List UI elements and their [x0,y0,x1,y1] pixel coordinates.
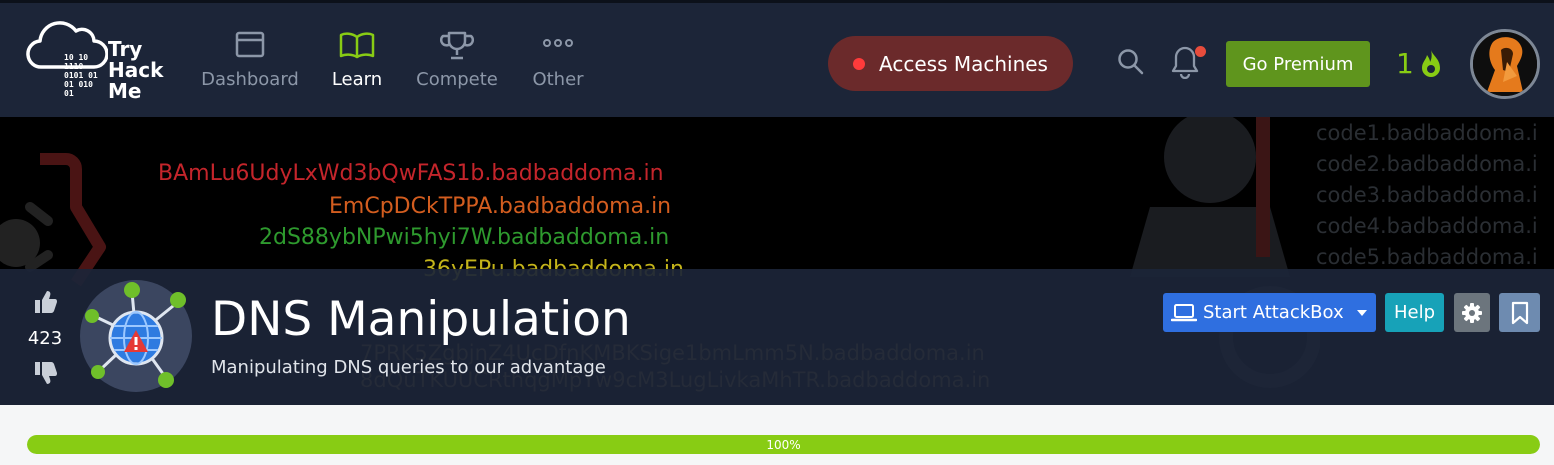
go-premium-button[interactable]: Go Premium [1226,41,1370,87]
dns-globe-icon [80,280,192,392]
start-attackbox-label: Start AttackBox [1203,302,1344,323]
access-machines-button[interactable]: Access Machines [828,36,1073,91]
logo-wordmark: Try Hack Me [108,37,164,103]
gear-icon [1462,302,1482,323]
banner-code-3: code3.badbaddoma.i [1316,183,1538,207]
search-icon [1118,49,1144,75]
trophy-icon [440,31,474,60]
banner-code-1: code1.badbaddoma.i [1316,121,1538,145]
banner-domain-1: BAmLu6UdyLxWd3bQwFAS1b.badbaddoma.in [158,161,664,186]
go-premium-label: Go Premium [1242,53,1354,75]
ellipsis-icon [543,39,573,47]
vote-count: 423 [27,328,63,349]
upvote-button[interactable] [24,289,66,319]
room-subtitle: Manipulating DNS queries to our advantag… [211,357,606,378]
avatar-image [1473,32,1537,96]
downvote-button[interactable] [24,360,66,390]
tryhackme-logo[interactable]: 10 10 1110 0101 01 01 010 01 Try Hack Me [24,17,176,109]
room-icon [80,280,192,392]
thumbs-up-icon [35,291,57,313]
nav-dashboard[interactable]: Dashboard [200,31,300,90]
nav-learn-label: Learn [331,69,383,90]
help-label: Help [1393,302,1436,323]
user-avatar[interactable] [1470,29,1540,99]
start-attackbox-button[interactable]: Start AttackBox [1163,293,1376,332]
room-progress-fill: 100% [27,435,1540,454]
notification-badge [1195,46,1206,57]
logo-binary: 10 10 1110 0101 01 01 010 01 [64,53,98,98]
window-icon [235,31,265,58]
nav-compete-label: Compete [416,69,498,90]
thumbs-down-icon [35,362,57,384]
status-dot [853,57,866,70]
banner-domain-2: EmCpDCkTPPA.badbaddoma.in [329,194,672,219]
laptop-icon [1171,303,1197,321]
nav-dashboard-label: Dashboard [201,69,299,90]
streak-counter[interactable]: 1 [1396,47,1444,80]
nav-compete[interactable]: Compete [414,31,500,90]
bookmark-button[interactable] [1499,293,1540,332]
streak-count: 1 [1396,47,1414,80]
room-progress-bar: 100% [27,435,1540,454]
attackbox-dropdown-toggle[interactable] [1348,293,1376,332]
top-navbar: 10 10 1110 0101 01 01 010 01 Try Hack Me… [0,0,1554,117]
banner-code-5: code5.badbaddoma.i [1316,245,1538,269]
bookmark-icon [1511,301,1528,324]
help-button[interactable]: Help [1385,293,1444,332]
flame-icon [1421,49,1440,77]
access-machines-label: Access Machines [879,51,1048,76]
room-title: DNS Manipulation [211,292,631,347]
caret-down-icon [1357,309,1367,316]
banner-code-2: code2.badbaddoma.i [1316,152,1538,176]
nav-other[interactable]: Other [526,31,590,90]
room-progress-label: 100% [766,437,801,452]
banner-code-4: code4.badbaddoma.i [1316,214,1538,238]
search-button[interactable] [1117,48,1145,80]
nav-other-label: Other [532,69,584,90]
book-icon [339,32,375,59]
nav-learn[interactable]: Learn [321,31,393,90]
room-settings-button[interactable] [1454,293,1490,332]
banner-domain-3: 2dS88ybNPwi5hyi7W.badbaddoma.in [259,225,670,250]
